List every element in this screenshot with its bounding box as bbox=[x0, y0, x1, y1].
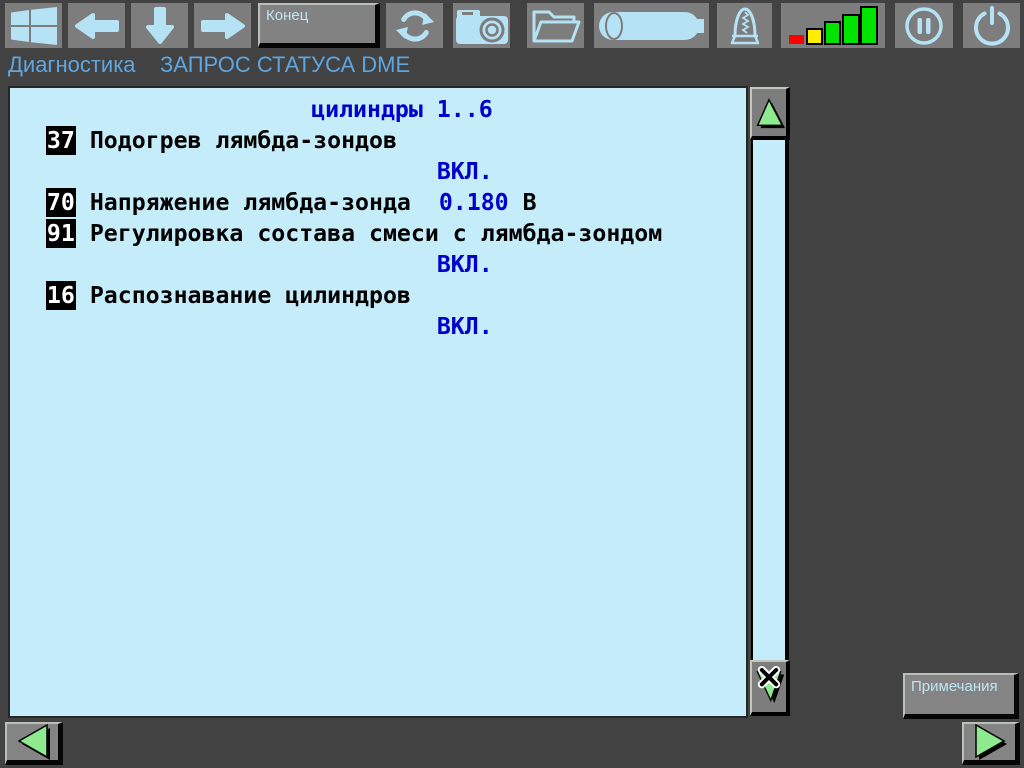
pad bbox=[76, 282, 90, 309]
notes-button[interactable]: Примечания bbox=[903, 673, 1019, 719]
end-button-label: Конец bbox=[266, 7, 309, 24]
arrow-right-icon bbox=[200, 12, 245, 39]
scrollbar-track[interactable] bbox=[751, 140, 789, 660]
pad bbox=[18, 127, 46, 154]
signal-bars-icon bbox=[789, 6, 878, 45]
pad bbox=[18, 251, 437, 278]
triangle-left-icon bbox=[16, 723, 50, 760]
status-line: ВКЛ. bbox=[18, 156, 746, 187]
pad bbox=[76, 127, 90, 154]
pad bbox=[18, 220, 46, 247]
page-title: ЗАПРОС СТАТУСА DME bbox=[160, 52, 411, 77]
folder-icon bbox=[532, 10, 580, 42]
status-line: цилиндры 1..6 bbox=[18, 94, 746, 125]
scroll-up-button[interactable] bbox=[750, 87, 790, 140]
power-button[interactable] bbox=[963, 3, 1020, 48]
print-roll-button[interactable] bbox=[594, 3, 709, 48]
signal-strength-button[interactable] bbox=[781, 3, 885, 48]
pad bbox=[76, 189, 90, 216]
status-value: ВКЛ. bbox=[436, 251, 493, 278]
screenshot-button[interactable] bbox=[453, 3, 510, 48]
status-id-badge: 91 bbox=[45, 219, 76, 248]
status-line: 16 Распознавание цилиндров bbox=[18, 280, 746, 311]
end-button[interactable]: Конец bbox=[258, 3, 380, 48]
status-label: Регулировка состава смеси с лямбда-зондо… bbox=[89, 220, 663, 247]
status-id-badge: 37 bbox=[45, 126, 76, 155]
status-line: 91 Регулировка состава смеси с лямбда-зо… bbox=[18, 218, 746, 249]
status-unit: В bbox=[508, 189, 537, 216]
triangle-up-icon bbox=[756, 97, 786, 128]
windows-menu-button[interactable] bbox=[5, 3, 62, 48]
status-line: 70 Напряжение лямбда-зонда 0.180 В bbox=[18, 187, 746, 218]
notes-button-label: Примечания bbox=[911, 678, 998, 695]
lamp-icon bbox=[730, 6, 759, 44]
status-label: Распознавание цилиндров bbox=[89, 282, 411, 309]
pad bbox=[18, 96, 311, 123]
cylinders-header: цилиндры 1..6 bbox=[311, 96, 493, 123]
pad bbox=[18, 158, 437, 185]
status-value: ВКЛ. bbox=[436, 313, 493, 340]
arrow-left-icon bbox=[74, 12, 119, 39]
app-title: Диагностика bbox=[8, 52, 136, 77]
status-id-badge: 16 bbox=[45, 281, 76, 310]
scroll-down-close-button[interactable] bbox=[750, 660, 790, 716]
diagnostic-terminal: { "header": { "app_title": "Диагностика"… bbox=[0, 0, 1024, 768]
status-id-badge: 70 bbox=[45, 188, 76, 217]
pad bbox=[18, 282, 46, 309]
pad bbox=[18, 189, 46, 216]
lamp-button[interactable] bbox=[717, 3, 772, 48]
triangle-down-close-icon bbox=[756, 665, 785, 704]
status-list: цилиндры 1..6 37 Подогрев лямбда-зондов … bbox=[10, 88, 746, 342]
forward-button[interactable] bbox=[194, 3, 251, 48]
status-line: ВКЛ. bbox=[18, 311, 746, 342]
windows-logo-icon bbox=[10, 6, 57, 45]
triangle-right-icon bbox=[974, 723, 1007, 760]
arrow-down-icon bbox=[145, 6, 174, 44]
pause-icon bbox=[905, 6, 943, 45]
refresh-icon bbox=[395, 9, 434, 42]
status-label: Напряжение лямбда-зонда bbox=[89, 189, 411, 216]
previous-page-button[interactable] bbox=[5, 722, 63, 765]
status-value: 0.180 bbox=[438, 189, 509, 216]
next-page-button[interactable] bbox=[962, 722, 1020, 765]
status-line: 37 Подогрев лямбда-зондов bbox=[18, 125, 746, 156]
down-button[interactable] bbox=[131, 3, 188, 48]
power-icon bbox=[973, 5, 1010, 46]
cylinder-icon bbox=[598, 11, 704, 40]
status-label: Подогрев лямбда-зондов bbox=[89, 127, 397, 154]
status-line: ВКЛ. bbox=[18, 249, 746, 280]
pad bbox=[76, 220, 90, 247]
open-folder-button[interactable] bbox=[527, 3, 584, 48]
status-panel: цилиндры 1..6 37 Подогрев лямбда-зондов … bbox=[8, 86, 748, 718]
back-button[interactable] bbox=[68, 3, 125, 48]
pad bbox=[18, 313, 437, 340]
pause-button[interactable] bbox=[895, 3, 953, 48]
pad bbox=[411, 189, 439, 216]
camera-icon bbox=[455, 9, 508, 44]
status-value: ВКЛ. bbox=[436, 158, 493, 185]
refresh-button[interactable] bbox=[386, 3, 443, 48]
